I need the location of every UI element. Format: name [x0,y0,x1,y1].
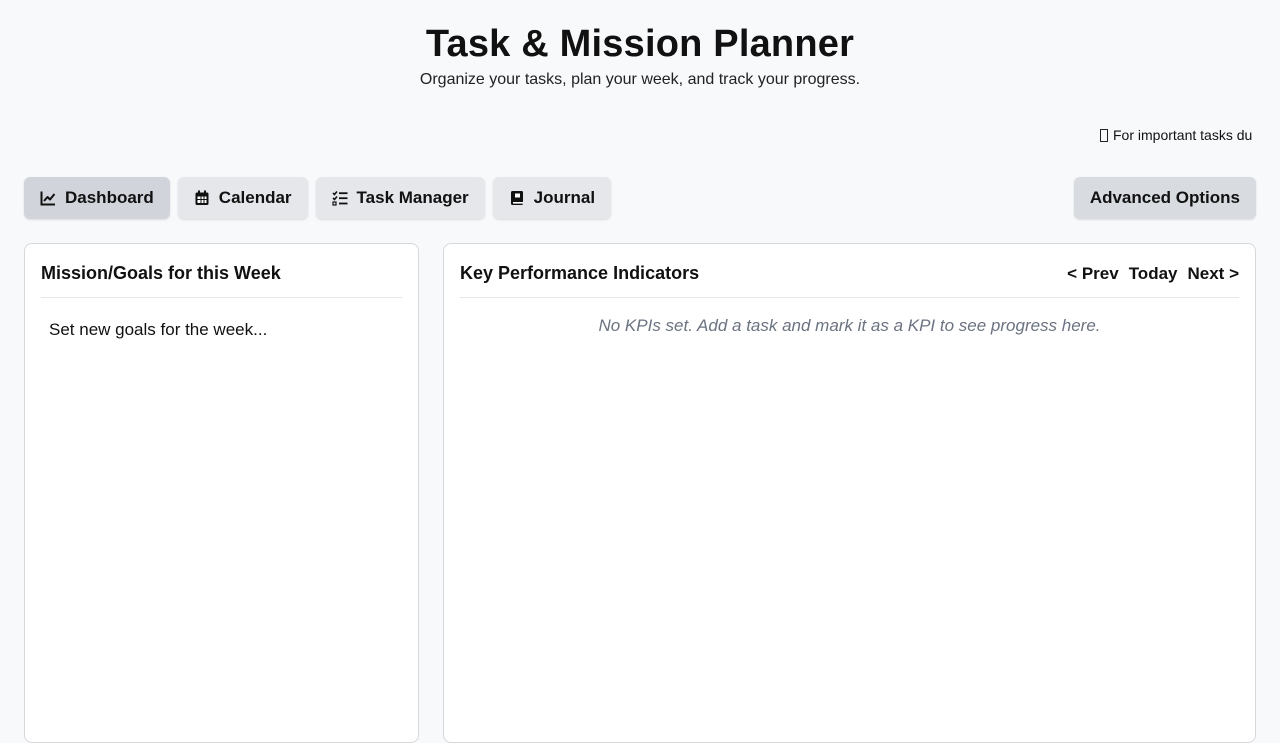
tab-task-manager[interactable]: Task Manager [315,177,485,219]
page-title: Task & Mission Planner [425,23,855,65]
page-subtitle: Organize your tasks, plan your week, and… [419,71,861,88]
tab-task-manager-label: Task Manager [356,188,469,207]
calendar-icon [195,190,209,205]
advanced-options-button[interactable]: Advanced Options [1073,177,1256,219]
today-button[interactable]: Today [1129,264,1178,284]
tab-journal-label: Journal [533,188,596,207]
book-icon [510,191,523,205]
tab-journal[interactable]: Journal [492,177,612,219]
missing-glyph-icon [1100,129,1108,142]
goals-card-header: Mission/Goals for this Week [41,244,402,298]
goals-card: Mission/Goals for this Week Set new goal… [24,243,419,743]
kpi-week-nav: < Prev Today Next > [1067,264,1239,284]
main-nav: Dashboard Calendar Task Manager Journal [24,177,612,219]
chart-line-icon [40,191,56,206]
kpi-empty-message: No KPIs set. Add a task and mark it as a… [598,316,1101,335]
ticker-text: For important tasks du [1113,127,1253,143]
checklist-icon [331,190,348,206]
goals-title: Mission/Goals for this Week [41,263,281,283]
tab-dashboard[interactable]: Dashboard [24,177,170,219]
next-button[interactable]: Next > [1188,264,1240,284]
tab-calendar[interactable]: Calendar [177,177,308,219]
notification-ticker: For important tasks du [1100,126,1256,146]
tab-calendar-label: Calendar [218,188,292,207]
kpi-card: Key Performance Indicators < Prev Today … [443,243,1256,743]
kpi-card-header: Key Performance Indicators < Prev Today … [460,244,1239,298]
tab-dashboard-label: Dashboard [65,188,154,207]
prev-button[interactable]: < Prev [1067,264,1119,284]
kpi-title: Key Performance Indicators [460,263,700,283]
goals-text[interactable]: Set new goals for the week... [49,320,267,340]
page-header: Task & Mission Planner Organize your tas… [0,22,1280,90]
